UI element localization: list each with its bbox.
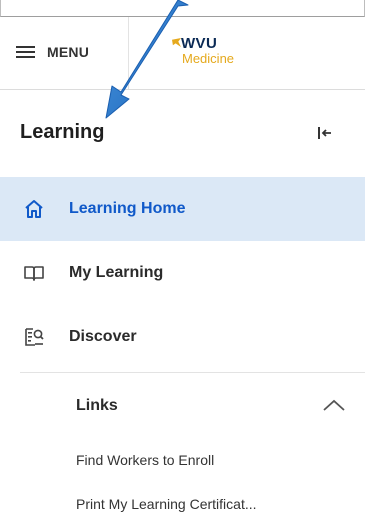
links-section-label: Links: [76, 397, 118, 414]
sidebar-item-label: Learning Home: [69, 200, 186, 217]
chevron-up-icon: [323, 399, 345, 411]
sidebar-title: Learning: [20, 121, 105, 143]
logo-wvu-text: WVU: [181, 35, 218, 52]
sidebar-item-label: Discover: [69, 328, 137, 345]
links-section-toggle[interactable]: Links: [0, 373, 365, 437]
wvu-medicine-logo[interactable]: WVU Medicine: [172, 35, 262, 69]
sidebar-item-label: My Learning: [69, 264, 164, 281]
link-find-workers-to-enroll[interactable]: Find Workers to Enroll: [76, 452, 214, 468]
app-header: MENU WVU Medicine: [0, 17, 365, 90]
flying-wv-icon: [172, 38, 181, 47]
collapse-sidebar-icon[interactable]: [317, 125, 333, 141]
header-divider: [128, 17, 129, 89]
menu-label: MENU: [47, 44, 90, 60]
sidebar-header: Learning: [0, 90, 365, 176]
logo-medicine-text: Medicine: [182, 51, 235, 66]
sidebar-item-learning-home[interactable]: Learning Home: [0, 177, 365, 241]
top-window-strip: [0, 0, 365, 17]
sidebar-item-my-learning[interactable]: My Learning: [0, 241, 365, 305]
menu-button[interactable]: MENU: [16, 37, 89, 67]
discover-icon: [25, 328, 44, 346]
sidebar-item-discover[interactable]: Discover: [0, 305, 365, 369]
home-icon: [25, 200, 43, 218]
hamburger-icon: [16, 45, 35, 59]
book-icon: [24, 266, 44, 281]
link-print-my-learning-certificate[interactable]: Print My Learning Certificat...: [76, 496, 257, 512]
